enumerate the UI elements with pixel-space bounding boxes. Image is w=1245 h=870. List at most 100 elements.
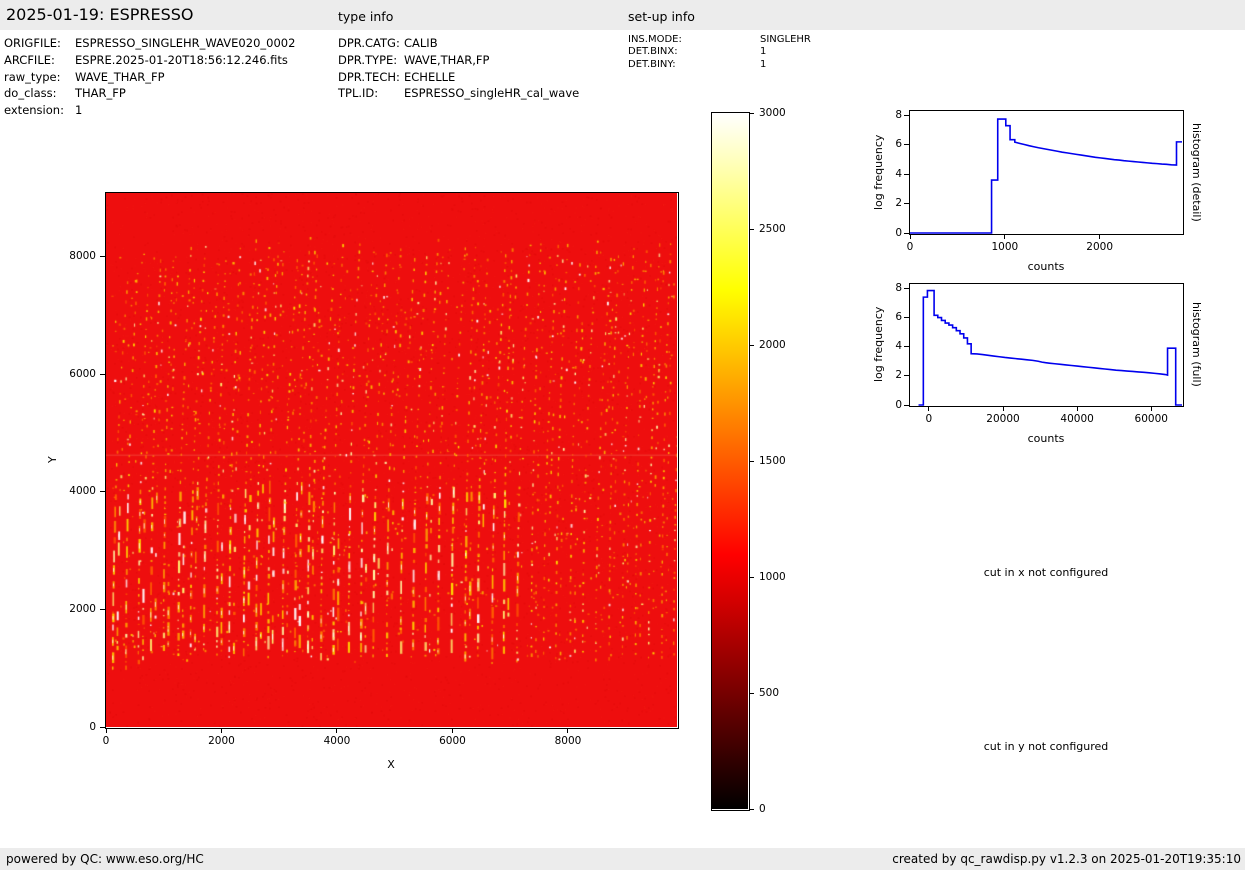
colorbar-tick-label: 3000 xyxy=(759,107,786,119)
x-tick-label: 4000 xyxy=(324,735,351,747)
y-tick-mark xyxy=(100,491,105,492)
colorbar-tick-mark xyxy=(750,229,755,230)
info-row-value: ESPRESSO_singleHR_cal_wave xyxy=(404,86,579,100)
info-row-value: THAR_FP xyxy=(75,86,126,100)
type-info-header: type info xyxy=(338,9,393,24)
x-tick-mark xyxy=(221,729,222,734)
colorbar-tick-label: 1000 xyxy=(759,571,786,583)
colorbar-gradient xyxy=(712,113,748,809)
info-row-label: do_class: xyxy=(4,86,57,100)
x-tick-label: 0 xyxy=(103,735,110,747)
setup-info-header: set-up info xyxy=(628,9,695,24)
histogram-detail-ylabel: log frequency xyxy=(872,111,885,233)
page-title: 2025-01-19: ESPRESSO xyxy=(6,5,194,24)
y-tick-label: 2000 xyxy=(56,603,96,615)
qc-report-page: 2025-01-19: ESPRESSO type info set-up in… xyxy=(0,0,1245,870)
x-tick-mark xyxy=(1077,407,1078,412)
info-row-label: TPL.ID: xyxy=(338,86,378,100)
x-tick-label: 0 xyxy=(926,413,933,425)
histogram-full-xlabel: counts xyxy=(1028,432,1065,445)
x-tick-mark xyxy=(106,729,107,734)
info-row-label: DPR.CATG: xyxy=(338,36,400,50)
colorbar-tick-label: 2500 xyxy=(759,223,786,235)
y-tick-mark xyxy=(904,405,909,406)
y-tick-mark xyxy=(904,115,909,116)
y-tick-mark xyxy=(100,374,105,375)
y-tick-mark xyxy=(904,346,909,347)
info-row-label: INS.MODE: xyxy=(628,34,682,45)
x-tick-mark xyxy=(567,729,568,734)
raw-image-xlabel: X xyxy=(387,758,395,771)
histogram-full-ylabel: log frequency xyxy=(872,284,885,405)
footer-powered-by: powered by QC: www.eso.org/HC xyxy=(6,848,204,870)
y-tick-mark xyxy=(904,288,909,289)
y-tick-mark xyxy=(904,233,909,234)
x-tick-label: 1000 xyxy=(991,241,1018,253)
x-tick-label: 8000 xyxy=(555,735,582,747)
y-tick-mark xyxy=(904,144,909,145)
info-row-value: 1 xyxy=(760,46,766,57)
x-tick-label: 2000 xyxy=(1086,241,1113,253)
x-tick-label: 0 xyxy=(907,241,914,253)
x-tick-mark xyxy=(928,407,929,412)
x-tick-label: 6000 xyxy=(439,735,466,747)
y-tick-label: 6000 xyxy=(56,368,96,380)
info-row-label: DPR.TECH: xyxy=(338,70,400,84)
cut-in-x-note: cut in x not configured xyxy=(896,566,1196,579)
y-tick-label: 8000 xyxy=(56,250,96,262)
info-row-label: ARCFILE: xyxy=(4,53,55,67)
y-tick-label: 0 xyxy=(56,721,96,733)
raw-image-ylabel: Y xyxy=(46,193,59,727)
info-row-value: SINGLEHR xyxy=(760,34,811,45)
x-tick-mark xyxy=(1099,235,1100,240)
info-row-value: ESPRE.2025-01-20T18:56:12.246.fits xyxy=(75,53,288,67)
x-tick-mark xyxy=(910,235,911,240)
histogram-full-title: histogram (full) xyxy=(1190,284,1203,405)
info-row-value: WAVE_THAR_FP xyxy=(75,70,165,84)
colorbar-tick-mark xyxy=(750,113,755,114)
x-tick-mark xyxy=(452,729,453,734)
cut-in-y-note: cut in y not configured xyxy=(896,740,1196,753)
info-row-value: ESPRESSO_SINGLEHR_WAVE020_0002 xyxy=(75,36,295,50)
info-row-label: DET.BINY: xyxy=(628,59,676,70)
histogram-detail-title: histogram (detail) xyxy=(1190,111,1203,233)
header-bar: 2025-01-19: ESPRESSO type info set-up in… xyxy=(0,0,1245,30)
colorbar-tick-label: 1500 xyxy=(759,455,786,467)
info-row-label: raw_type: xyxy=(4,70,61,84)
info-row-label: ORIGFILE: xyxy=(4,36,61,50)
info-row-label: DET.BINX: xyxy=(628,46,678,57)
colorbar-tick-mark xyxy=(750,461,755,462)
y-tick-mark xyxy=(904,317,909,318)
colorbar-tick-mark xyxy=(750,809,755,810)
colorbar-tick-mark xyxy=(750,345,755,346)
info-row-value: 1 xyxy=(760,59,766,70)
y-tick-mark xyxy=(904,203,909,204)
histogram-line xyxy=(910,119,1182,233)
colorbar-tick-mark xyxy=(750,693,755,694)
x-tick-label: 40000 xyxy=(1060,413,1093,425)
colorbar-tick-label: 2000 xyxy=(759,339,786,351)
info-row-value: CALIB xyxy=(404,36,438,50)
histogram-full-plot xyxy=(910,284,1182,405)
y-tick-mark xyxy=(904,174,909,175)
y-tick-mark xyxy=(904,375,909,376)
histogram-line xyxy=(919,291,1182,405)
x-tick-mark xyxy=(1003,407,1004,412)
x-tick-mark xyxy=(1151,407,1152,412)
colorbar-tick-label: 0 xyxy=(759,803,766,815)
histogram-detail-plot xyxy=(910,111,1182,233)
info-row-value: ECHELLE xyxy=(404,70,455,84)
histogram-detail-xlabel: counts xyxy=(1028,260,1065,273)
x-tick-mark xyxy=(336,729,337,734)
y-tick-label: 4000 xyxy=(56,485,96,497)
colorbar-tick-label: 500 xyxy=(759,687,779,699)
info-row-value: WAVE,THAR,FP xyxy=(404,53,489,67)
y-tick-mark xyxy=(100,609,105,610)
colorbar-tick-mark xyxy=(750,577,755,578)
info-row-value: 1 xyxy=(75,103,82,117)
footer-bar: powered by QC: www.eso.org/HC created by… xyxy=(0,848,1245,870)
x-tick-label: 60000 xyxy=(1135,413,1168,425)
footer-created-by: created by qc_rawdisp.py v1.2.3 on 2025-… xyxy=(892,848,1241,870)
x-tick-mark xyxy=(1004,235,1005,240)
x-tick-label: 20000 xyxy=(986,413,1019,425)
